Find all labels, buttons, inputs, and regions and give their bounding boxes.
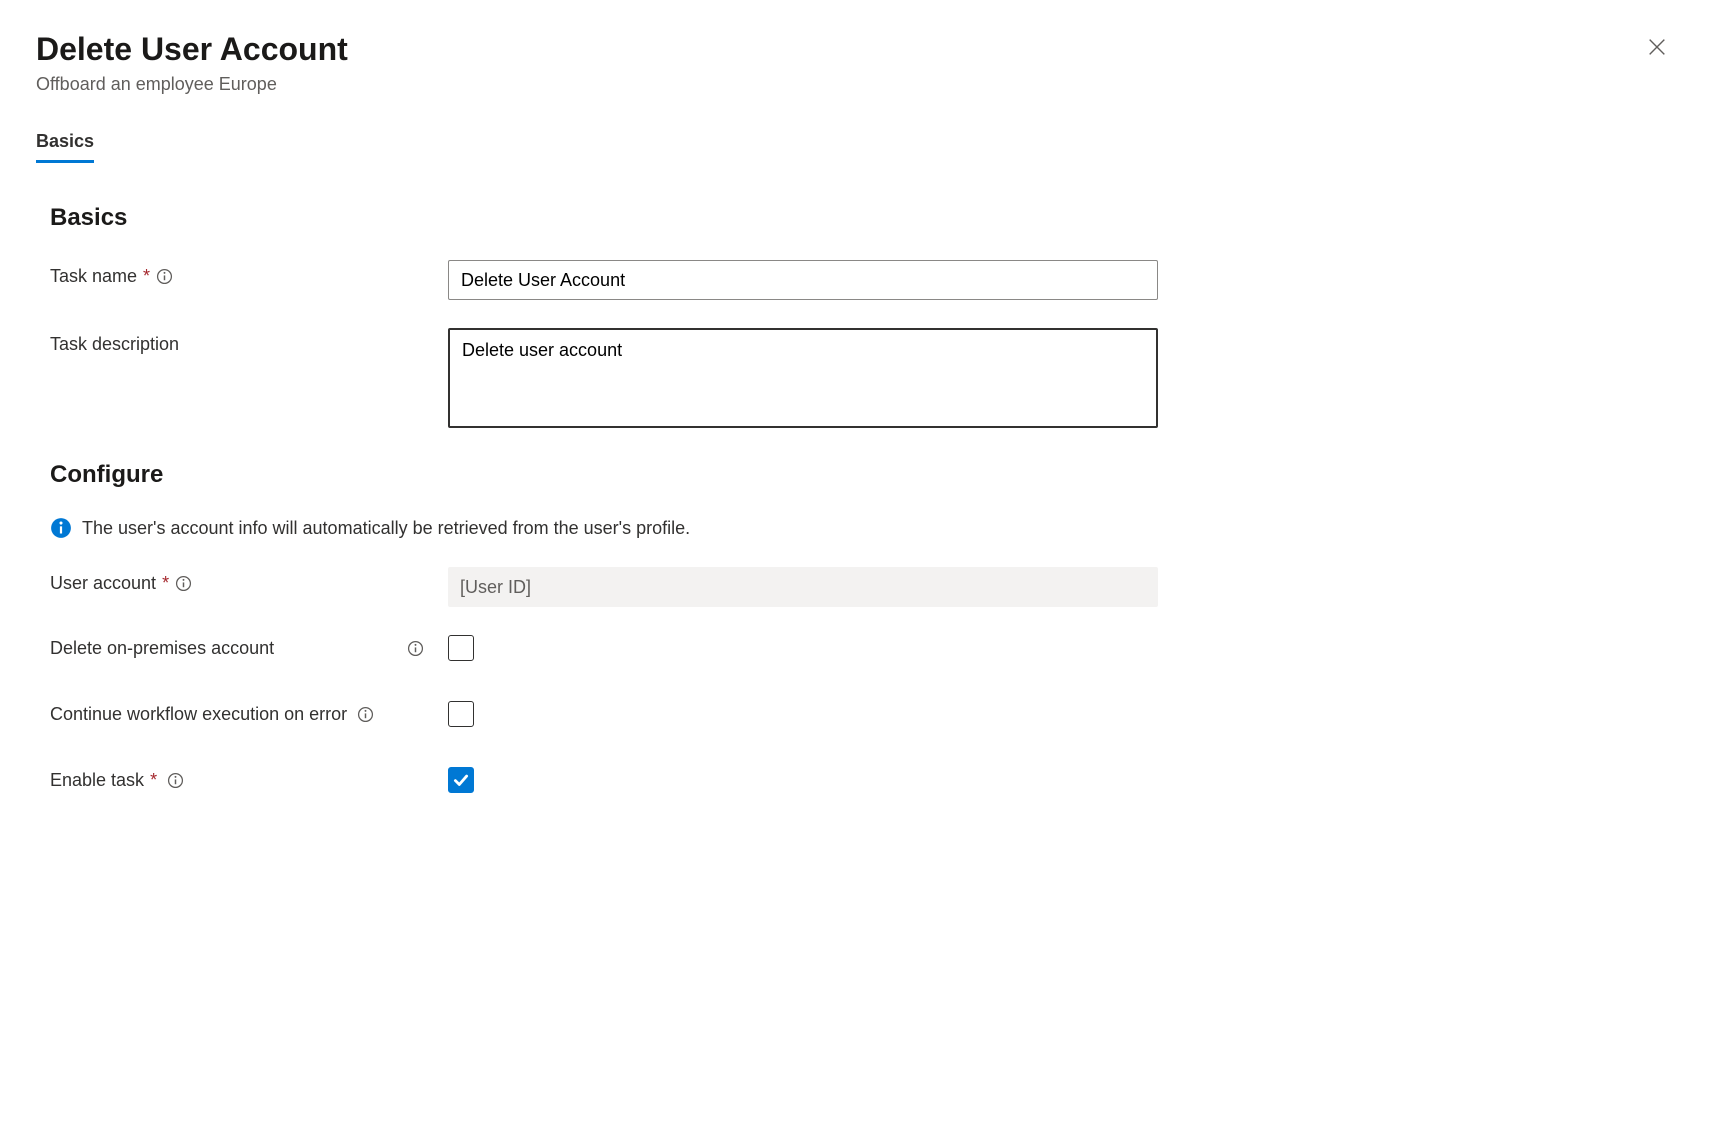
- continue-on-error-checkbox[interactable]: [448, 701, 474, 727]
- required-indicator: *: [143, 266, 150, 287]
- task-name-label: Task name: [50, 266, 137, 287]
- info-icon[interactable]: [175, 575, 192, 592]
- page-subtitle: Offboard an employee Europe: [36, 74, 348, 95]
- close-button[interactable]: [1640, 30, 1674, 64]
- continue-on-error-label: Continue workflow execution on error: [50, 704, 347, 725]
- user-account-label: User account: [50, 573, 156, 594]
- info-icon[interactable]: [156, 268, 173, 285]
- basics-heading: Basics: [50, 204, 1674, 232]
- required-indicator: *: [150, 770, 157, 791]
- task-name-input[interactable]: [448, 260, 1158, 300]
- page-title: Delete User Account: [36, 30, 348, 68]
- info-icon[interactable]: [167, 772, 184, 789]
- delete-onprem-label: Delete on-premises account: [50, 638, 274, 659]
- info-filled-icon: [50, 517, 72, 539]
- enable-task-label: Enable task: [50, 770, 144, 791]
- tabs: Basics: [36, 131, 1674, 164]
- configure-info-text: The user's account info will automatical…: [82, 518, 690, 539]
- task-description-label: Task description: [50, 334, 179, 355]
- tab-basics[interactable]: Basics: [36, 131, 94, 163]
- delete-onprem-checkbox[interactable]: [448, 635, 474, 661]
- info-icon[interactable]: [357, 706, 374, 723]
- close-icon: [1646, 36, 1668, 58]
- enable-task-checkbox[interactable]: [448, 767, 474, 793]
- user-account-readonly: [User ID]: [448, 567, 1158, 607]
- task-description-input[interactable]: Delete user account: [448, 328, 1158, 428]
- configure-heading: Configure: [50, 461, 1674, 489]
- info-icon[interactable]: [407, 640, 424, 657]
- required-indicator: *: [162, 573, 169, 594]
